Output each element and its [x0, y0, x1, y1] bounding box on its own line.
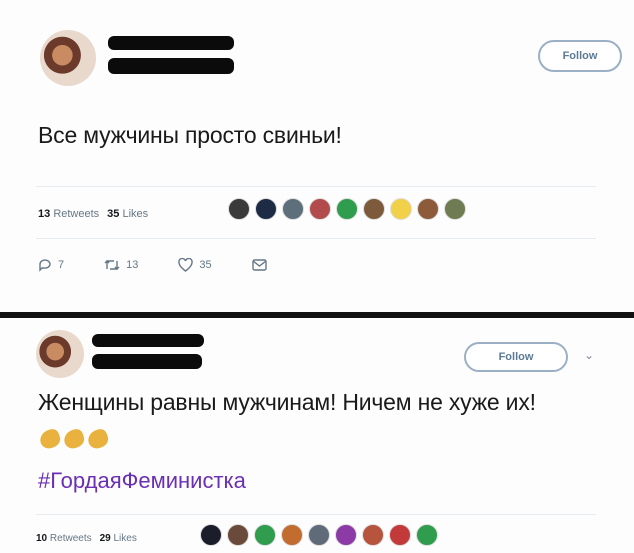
retweets-stat[interactable]: 13 Retweets [38, 208, 99, 220]
follow-button[interactable]: Follow [538, 40, 622, 72]
message-button[interactable] [251, 259, 267, 271]
flexed-biceps-emoji-row [37, 427, 111, 451]
liker-avatar[interactable] [281, 524, 303, 546]
tweet-stats: 10 Retweets 29 Likes [36, 533, 137, 544]
tweet-card-2: Follow ⌄ Женщины равны мужчинам! Ничем н… [0, 318, 634, 553]
liker-avatar[interactable] [282, 198, 304, 220]
liker-avatar[interactable] [335, 524, 357, 546]
retweet-icon [104, 260, 120, 270]
hashtag-link[interactable]: #ГордаяФеминистка [38, 468, 246, 494]
flexed-biceps-icon [37, 427, 63, 451]
reply-icon [39, 259, 51, 272]
redacted-handle-bar [92, 354, 202, 369]
reply-count: 7 [58, 259, 65, 271]
redacted-name-bar [108, 36, 234, 50]
liker-avatar[interactable] [254, 524, 276, 546]
envelope-icon [251, 259, 267, 271]
avatar[interactable] [36, 330, 84, 378]
flexed-biceps-icon [85, 427, 111, 451]
liker-avatar[interactable] [390, 198, 412, 220]
liker-avatar[interactable] [228, 198, 250, 220]
follow-button-label: Follow [562, 50, 598, 62]
chevron-down-icon[interactable]: ⌄ [584, 348, 594, 362]
likes-stat[interactable]: 35 Likes [107, 208, 148, 220]
flexed-biceps-icon [61, 427, 87, 451]
avatar[interactable] [40, 30, 96, 86]
heart-icon [178, 258, 194, 272]
redacted-name-bar [92, 334, 204, 347]
liker-avatar[interactable] [227, 524, 249, 546]
liker-avatar[interactable] [200, 524, 222, 546]
liker-avatar[interactable] [255, 198, 277, 220]
liker-avatars [200, 524, 438, 546]
tweet-card-1: Follow Все мужчины просто свиньи! 13 Ret… [0, 0, 634, 312]
tweet-text: Все мужчины просто свиньи! [38, 122, 342, 148]
redacted-handle-bar [108, 58, 234, 74]
retweets-stat[interactable]: 10 Retweets [36, 533, 92, 544]
liker-avatar[interactable] [417, 198, 439, 220]
liker-avatar[interactable] [336, 198, 358, 220]
tweet-actions: 7 13 35 [38, 258, 307, 272]
like-button[interactable]: 35 [178, 258, 212, 272]
retweet-count: 13 [126, 259, 139, 271]
liker-avatar[interactable] [416, 524, 438, 546]
divider [36, 514, 596, 515]
like-count: 35 [199, 259, 212, 271]
liker-avatar[interactable] [363, 198, 385, 220]
reply-button[interactable]: 7 [38, 258, 64, 272]
liker-avatar[interactable] [389, 524, 411, 546]
divider [36, 238, 596, 239]
liker-avatar[interactable] [308, 524, 330, 546]
liker-avatar[interactable] [444, 198, 466, 220]
liker-avatar[interactable] [362, 524, 384, 546]
divider [36, 186, 596, 187]
liker-avatars [228, 198, 466, 220]
tweet-text: Женщины равны мужчинам! Ничем не хуже их… [38, 389, 536, 415]
likes-stat[interactable]: 29 Likes [100, 533, 137, 544]
follow-button[interactable]: Follow [464, 342, 568, 372]
tweet-stats: 13 Retweets 35 Likes [38, 208, 148, 220]
follow-button-label: Follow [498, 351, 534, 363]
retweet-button[interactable]: 13 [104, 258, 138, 272]
liker-avatar[interactable] [309, 198, 331, 220]
